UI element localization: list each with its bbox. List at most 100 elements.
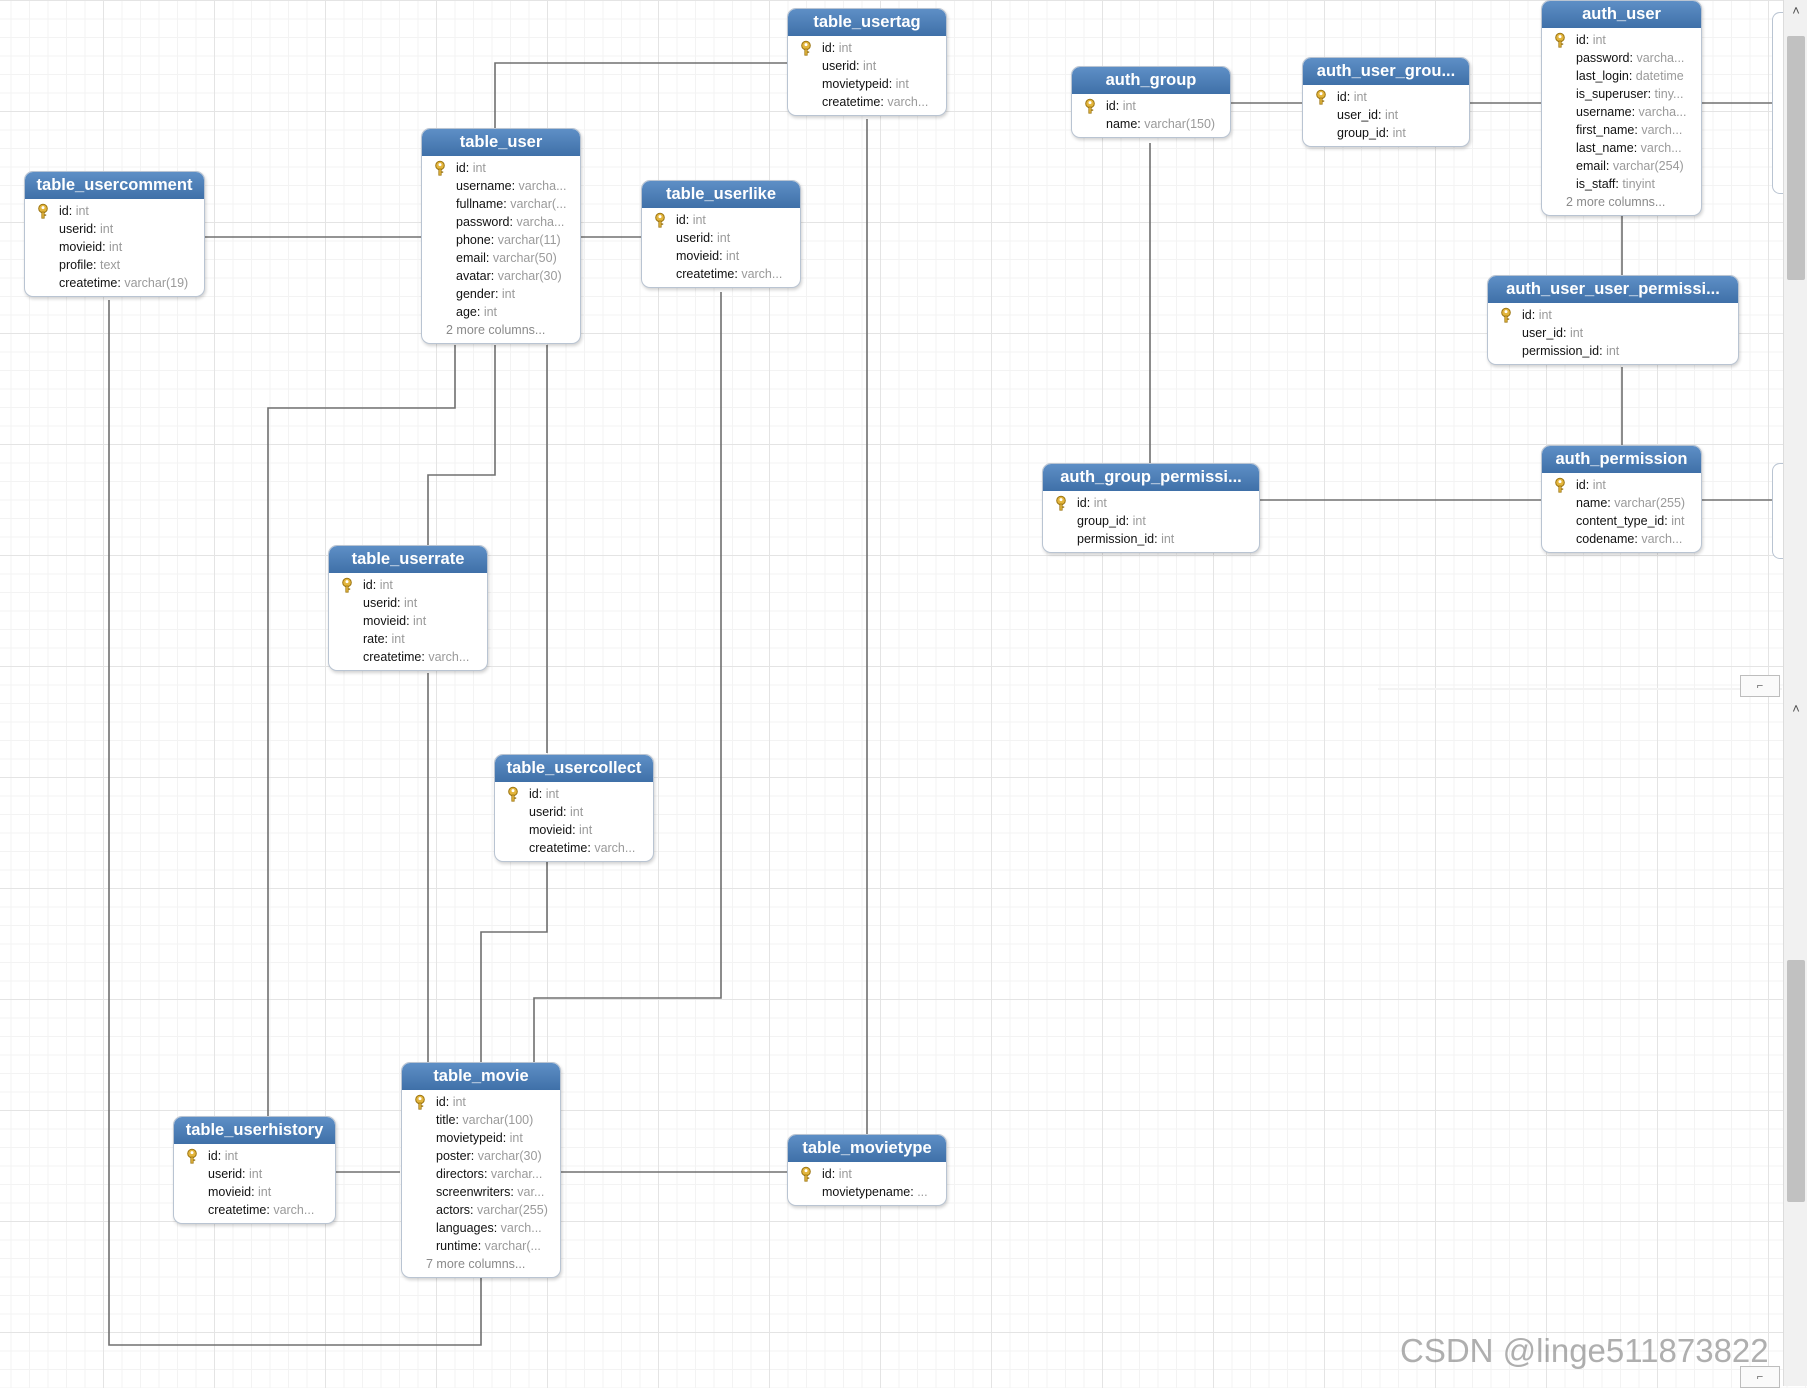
chevron-up-icon[interactable]: ˄ bbox=[1784, 0, 1807, 22]
field-row[interactable]: title: varchar(100) bbox=[402, 1111, 560, 1129]
entity-auth-user[interactable]: auth_user id: int password: varcha... last_… bbox=[1541, 0, 1702, 216]
field-row[interactable]: is_superuser: tiny... bbox=[1542, 85, 1701, 103]
entity-title[interactable]: table_usertag bbox=[788, 9, 946, 36]
field-row[interactable]: group_id: int bbox=[1043, 512, 1259, 530]
primary-key-field[interactable]: id: int bbox=[1488, 306, 1738, 324]
field-row[interactable]: movieid: int bbox=[495, 821, 653, 839]
field-row[interactable]: user_id: int bbox=[1488, 324, 1738, 342]
field-row[interactable]: profile: text bbox=[25, 256, 204, 274]
field-row[interactable]: createtime: varch... bbox=[788, 93, 946, 111]
field-row[interactable]: name: varchar(255) bbox=[1542, 494, 1701, 512]
entity-title[interactable]: table_movietype bbox=[788, 1135, 946, 1162]
field-row[interactable]: userid: int bbox=[642, 229, 800, 247]
field-row[interactable]: email: varchar(50) bbox=[422, 249, 580, 267]
entity-title[interactable]: auth_user_grou... bbox=[1303, 58, 1469, 85]
entity-auth-group-permissions[interactable]: auth_group_permissi... id: int group_id: i… bbox=[1042, 463, 1260, 553]
primary-key-field[interactable]: id: int bbox=[25, 202, 204, 220]
entity-table-movie[interactable]: table_movie id: int title: varchar(100) mov… bbox=[401, 1062, 561, 1278]
entity-title[interactable]: table_userrate bbox=[329, 546, 487, 573]
more-columns-link[interactable]: 7 more columns... bbox=[402, 1255, 560, 1273]
more-columns-link[interactable]: 2 more columns... bbox=[1542, 193, 1701, 211]
more-columns-link[interactable]: 2 more columns... bbox=[422, 321, 580, 339]
field-row[interactable]: permission_id: int bbox=[1043, 530, 1259, 548]
field-row[interactable]: password: varcha... bbox=[422, 213, 580, 231]
field-row[interactable]: age: int bbox=[422, 303, 580, 321]
entity-auth-user-user-permissions[interactable]: auth_user_user_permissi... id: int user_id… bbox=[1487, 275, 1739, 365]
diagram-canvas[interactable]: table_usertag id: int userid: int movietype… bbox=[0, 0, 1807, 1388]
field-row[interactable]: createtime: varch... bbox=[174, 1201, 335, 1219]
entity-title[interactable]: table_usercollect bbox=[495, 755, 653, 782]
field-row[interactable]: movietypeid: int bbox=[788, 75, 946, 93]
field-row[interactable]: movietypename: ... bbox=[788, 1183, 946, 1201]
field-row[interactable]: permission_id: int bbox=[1488, 342, 1738, 360]
entity-auth-permission[interactable]: auth_permission id: int name: varchar(255)… bbox=[1541, 445, 1702, 553]
primary-key-field[interactable]: id: int bbox=[402, 1093, 560, 1111]
primary-key-field[interactable]: id: int bbox=[1043, 494, 1259, 512]
field-row[interactable]: languages: varch... bbox=[402, 1219, 560, 1237]
primary-key-field[interactable]: id: int bbox=[642, 211, 800, 229]
entity-title[interactable]: auth_permission bbox=[1542, 446, 1701, 473]
field-row[interactable]: last_name: varch... bbox=[1542, 139, 1701, 157]
entity-table-user[interactable]: table_user id: int username: varcha... full… bbox=[421, 128, 581, 344]
entity-title[interactable]: table_movie bbox=[402, 1063, 560, 1090]
overview-toggle-button[interactable]: ⌐ bbox=[1740, 675, 1780, 697]
field-row[interactable]: movietypeid: int bbox=[402, 1129, 560, 1147]
entity-title[interactable]: table_userlike bbox=[642, 181, 800, 208]
field-row[interactable]: avatar: varchar(30) bbox=[422, 267, 580, 285]
field-row[interactable]: movieid: int bbox=[642, 247, 800, 265]
entity-auth-user-groups[interactable]: auth_user_grou... id: int user_id: int grou… bbox=[1302, 57, 1470, 147]
field-row[interactable]: poster: varchar(30) bbox=[402, 1147, 560, 1165]
entity-title[interactable]: auth_group bbox=[1072, 67, 1230, 94]
field-row[interactable]: email: varchar(254) bbox=[1542, 157, 1701, 175]
field-row[interactable]: runtime: varchar(... bbox=[402, 1237, 560, 1255]
entity-table-movietype[interactable]: table_movietype id: int movietypename: ... bbox=[787, 1134, 947, 1206]
primary-key-field[interactable]: id: int bbox=[174, 1147, 335, 1165]
field-row[interactable]: group_id: int bbox=[1303, 124, 1469, 142]
scrollbar-thumb[interactable] bbox=[1787, 960, 1805, 1202]
field-row[interactable]: createtime: varch... bbox=[495, 839, 653, 857]
entity-table-usercollect[interactable]: table_usercollect id: int userid: int movie… bbox=[494, 754, 654, 862]
entity-title[interactable]: auth_user_user_permissi... bbox=[1488, 276, 1738, 303]
chevron-up-icon[interactable]: ˄ bbox=[1784, 698, 1807, 720]
field-row[interactable]: last_login: datetime bbox=[1542, 67, 1701, 85]
entity-auth-group[interactable]: auth_group id: int name: varchar(150) bbox=[1071, 66, 1231, 138]
entity-table-usercomment[interactable]: table_usercomment id: int userid: int movie… bbox=[24, 171, 205, 297]
field-row[interactable]: directors: varchar... bbox=[402, 1165, 560, 1183]
field-row[interactable]: userid: int bbox=[25, 220, 204, 238]
field-row[interactable]: phone: varchar(11) bbox=[422, 231, 580, 249]
field-row[interactable]: username: varcha... bbox=[422, 177, 580, 195]
entity-title[interactable]: table_user bbox=[422, 129, 580, 156]
primary-key-field[interactable]: id: int bbox=[1072, 97, 1230, 115]
field-row[interactable]: codename: varch... bbox=[1542, 530, 1701, 548]
field-row[interactable]: createtime: varchar(19) bbox=[25, 274, 204, 292]
field-row[interactable]: password: varcha... bbox=[1542, 49, 1701, 67]
field-row[interactable]: actors: varchar(255) bbox=[402, 1201, 560, 1219]
field-row[interactable]: movieid: int bbox=[174, 1183, 335, 1201]
entity-title[interactable]: table_usercomment bbox=[25, 172, 204, 199]
field-row[interactable]: is_staff: tinyint bbox=[1542, 175, 1701, 193]
field-row[interactable]: userid: int bbox=[788, 57, 946, 75]
entity-title[interactable]: table_userhistory bbox=[174, 1117, 335, 1144]
field-row[interactable]: rate: int bbox=[329, 630, 487, 648]
field-row[interactable]: movieid: int bbox=[25, 238, 204, 256]
vertical-scrollbar[interactable]: ˄ ˄ bbox=[1783, 0, 1807, 1386]
primary-key-field[interactable]: id: int bbox=[1303, 88, 1469, 106]
entity-table-userhistory[interactable]: table_userhistory id: int userid: int movie… bbox=[173, 1116, 336, 1224]
primary-key-field[interactable]: id: int bbox=[788, 1165, 946, 1183]
primary-key-field[interactable]: id: int bbox=[495, 785, 653, 803]
field-row[interactable]: first_name: varch... bbox=[1542, 121, 1701, 139]
entity-table-userlike[interactable]: table_userlike id: int userid: int movieid:… bbox=[641, 180, 801, 288]
field-row[interactable]: content_type_id: int bbox=[1542, 512, 1701, 530]
entity-table-usertag[interactable]: table_usertag id: int userid: int movietype… bbox=[787, 8, 947, 116]
field-row[interactable]: username: varcha... bbox=[1542, 103, 1701, 121]
entity-title[interactable]: auth_group_permissi... bbox=[1043, 464, 1259, 491]
field-row[interactable]: userid: int bbox=[495, 803, 653, 821]
primary-key-field[interactable]: id: int bbox=[788, 39, 946, 57]
field-row[interactable]: name: varchar(150) bbox=[1072, 115, 1230, 133]
field-row[interactable]: gender: int bbox=[422, 285, 580, 303]
primary-key-field[interactable]: id: int bbox=[1542, 476, 1701, 494]
field-row[interactable]: user_id: int bbox=[1303, 106, 1469, 124]
field-row[interactable]: createtime: varch... bbox=[329, 648, 487, 666]
field-row[interactable]: movieid: int bbox=[329, 612, 487, 630]
entity-table-userrate[interactable]: table_userrate id: int userid: int movieid:… bbox=[328, 545, 488, 671]
